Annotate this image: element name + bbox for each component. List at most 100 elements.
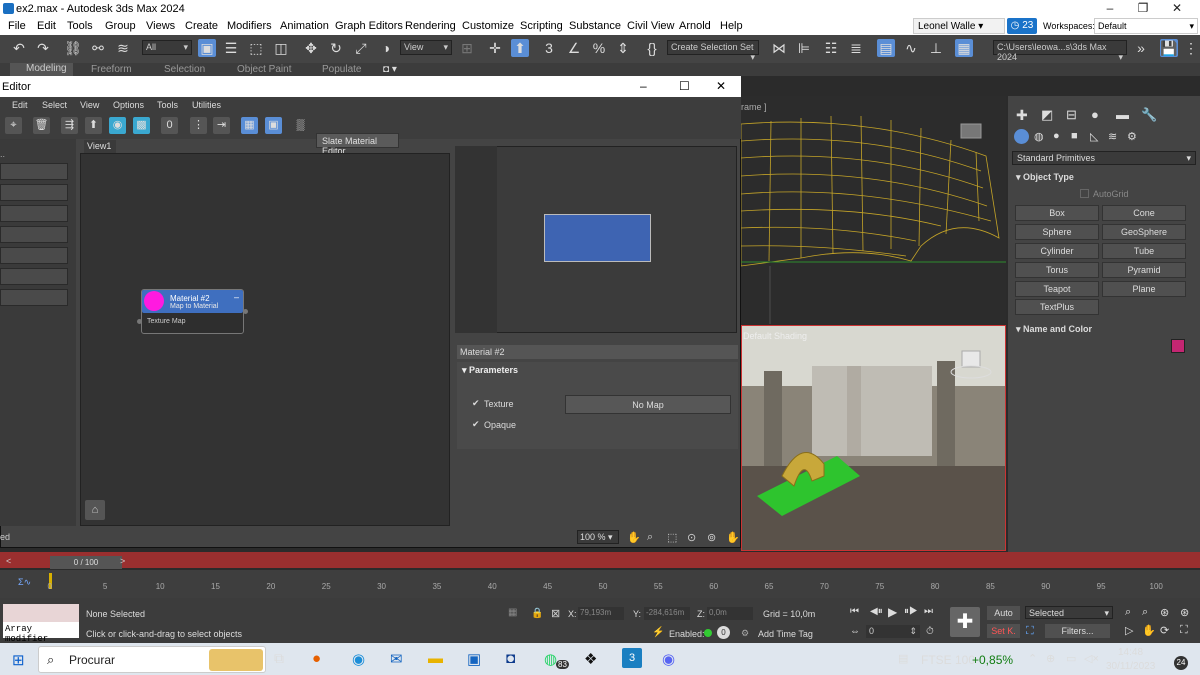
utilities-tab-icon[interactable]: 🔧: [1141, 107, 1157, 123]
adaptive-degradation-icon[interactable]: ⚡: [652, 627, 664, 638]
slider-next-icon[interactable]: >: [120, 556, 125, 566]
sphere-button[interactable]: Sphere: [1015, 224, 1099, 240]
task-view-icon[interactable]: ⧉: [274, 650, 284, 667]
motion-tab-icon[interactable]: ●: [1091, 107, 1099, 122]
object-type-rollout[interactable]: ▾ Object Type: [1016, 172, 1074, 183]
modify-tab-icon[interactable]: ◩: [1041, 107, 1053, 123]
viewport-label[interactable]: Default Shading: [743, 331, 807, 341]
toolbar-options-icon[interactable]: ⋮: [1182, 39, 1200, 57]
ribbon-tab-modeling[interactable]: Modeling: [10, 63, 73, 76]
parameter-editor-icon[interactable]: ▣: [265, 117, 282, 134]
project-path-dropdown[interactable]: C:\Users\leowa...s\3ds Max 2024 ▾: [993, 40, 1127, 62]
menu-rendering[interactable]: Rendering: [405, 20, 456, 32]
enabled-indicator[interactable]: [704, 629, 712, 637]
sme-menu-edit[interactable]: Edit: [12, 100, 28, 110]
network-icon[interactable]: ⊕: [1046, 652, 1055, 665]
layer-explorer-icon[interactable]: ≣: [847, 39, 865, 57]
current-frame-field[interactable]: 0 ⇕: [866, 625, 920, 638]
x-coordinate-field[interactable]: 79,193m: [578, 607, 624, 620]
sme-close-icon[interactable]: ✕: [716, 79, 726, 93]
time-slider[interactable]: 0 / 100: [50, 556, 122, 569]
stock-name[interactable]: FTSE 100: [921, 653, 975, 667]
lock-icon[interactable]: 🔒: [531, 608, 543, 619]
unlink-icon[interactable]: ⚯: [89, 39, 107, 57]
pyramid-button[interactable]: Pyramid: [1102, 262, 1186, 278]
maximize-viewport-icon[interactable]: ⛶: [1180, 624, 1188, 637]
rotate-icon[interactable]: ↻: [327, 39, 345, 57]
scale-icon[interactable]: ⤢: [352, 39, 370, 57]
sme-menu-tools[interactable]: Tools: [157, 100, 178, 110]
menu-arnold[interactable]: Arnold: [679, 20, 711, 32]
select-by-name-icon[interactable]: ☰: [222, 39, 240, 57]
link-icon[interactable]: ⛓: [64, 39, 82, 57]
play-icon[interactable]: ▶: [888, 605, 897, 619]
keyboard-shortcut-override-icon[interactable]: ⬆: [511, 39, 529, 57]
ribbon-tab-selection[interactable]: Selection: [164, 64, 205, 75]
object-color-swatch[interactable]: [1171, 339, 1185, 353]
material-map-browser-icon[interactable]: ▦: [241, 117, 258, 134]
overflow-icon[interactable]: »: [1132, 39, 1150, 57]
sme-menu-utilities[interactable]: Utilities: [192, 100, 221, 110]
reference-coordinate-dropdown[interactable]: View ▾: [400, 40, 452, 55]
pick-material-icon[interactable]: ⌖: [5, 117, 22, 134]
time-tag-icon[interactable]: 0: [717, 626, 730, 639]
menu-scripting[interactable]: Scripting: [520, 20, 563, 32]
browser-row[interactable]: [0, 205, 68, 222]
browser-collapse-icon[interactable]: ..: [0, 149, 5, 159]
hand-tool-icon[interactable]: ✋: [726, 531, 740, 544]
browser-row[interactable]: [0, 289, 68, 306]
time-slider-track[interactable]: [0, 552, 1200, 568]
ribbon-tab-populate[interactable]: Populate: [322, 64, 361, 75]
primitive-category-dropdown[interactable]: Standard Primitives ▾: [1012, 151, 1196, 165]
node-view[interactable]: [80, 153, 450, 526]
set-key-button[interactable]: Set K.: [987, 624, 1020, 638]
menu-animation[interactable]: Animation: [280, 20, 329, 32]
box-button[interactable]: Box: [1015, 205, 1099, 221]
menu-modifiers[interactable]: Modifiers: [227, 20, 272, 32]
key-filters-icon[interactable]: ⛶: [1026, 625, 1034, 638]
close-icon[interactable]: ✕: [1162, 1, 1192, 15]
rollout-title[interactable]: ▾ Parameters: [462, 365, 518, 376]
menu-substance[interactable]: Substance: [569, 20, 621, 32]
menu-tools[interactable]: Tools: [67, 20, 93, 32]
material-id-icon[interactable]: 0: [161, 117, 178, 134]
restore-icon[interactable]: ❐: [1128, 1, 1158, 15]
curve-editor-icon[interactable]: ∿: [902, 39, 920, 57]
zoom-extents-all-icon[interactable]: ⊛: [1180, 606, 1189, 619]
helpers-icon[interactable]: ◺: [1090, 130, 1098, 143]
file-explorer-icon[interactable]: ▬: [428, 650, 443, 667]
browser-row[interactable]: [0, 163, 68, 180]
minimize-icon[interactable]: –: [1095, 1, 1125, 15]
curve-editor-mini-icon[interactable]: Σ∿: [18, 577, 31, 588]
menu-views[interactable]: Views: [146, 20, 175, 32]
menu-group[interactable]: Group: [105, 20, 136, 32]
3dsmax-taskbar-icon[interactable]: 3: [622, 648, 642, 668]
output-socket[interactable]: [243, 309, 248, 314]
field-of-view-icon[interactable]: ▷: [1125, 624, 1133, 637]
selection-filter-dropdown[interactable]: All ▾: [142, 40, 192, 55]
user-account-dropdown[interactable]: Leonel Walle ▾: [913, 18, 1005, 34]
view-tab[interactable]: View1: [84, 140, 116, 153]
textplus-button[interactable]: TextPlus: [1015, 299, 1099, 315]
ribbon-options-icon[interactable]: ◘ ▾: [383, 64, 397, 75]
mirror-icon[interactable]: ⋈: [770, 39, 788, 57]
select-by-material-icon[interactable]: ▒: [292, 117, 309, 134]
app-icon-blue[interactable]: ◘: [506, 650, 515, 667]
sme-menu-view[interactable]: View: [80, 100, 99, 110]
save-icon[interactable]: 💾: [1160, 39, 1178, 57]
orbit-selected-icon[interactable]: ⟳: [1160, 624, 1169, 637]
pivot-icon[interactable]: ⊞: [458, 39, 476, 57]
scene-explorer-icon[interactable]: ☷: [822, 39, 840, 57]
create-tab-icon[interactable]: ✚: [1016, 107, 1028, 124]
store-icon[interactable]: ▣: [467, 650, 481, 668]
space-warps-icon[interactable]: ≋: [1108, 130, 1117, 143]
align-icon[interactable]: ⊫: [795, 39, 813, 57]
set-key-icon[interactable]: ✚: [950, 607, 980, 637]
browser-row[interactable]: [0, 184, 68, 201]
z-coordinate-field[interactable]: 0,0m: [707, 607, 753, 620]
zoom-icon[interactable]: ⌕: [647, 531, 653, 544]
select-object-icon[interactable]: ▣: [198, 39, 216, 57]
maxscript-listener[interactable]: [3, 604, 79, 622]
plane-button[interactable]: Plane: [1102, 281, 1186, 297]
dropbox-icon[interactable]: ❖: [584, 650, 597, 668]
